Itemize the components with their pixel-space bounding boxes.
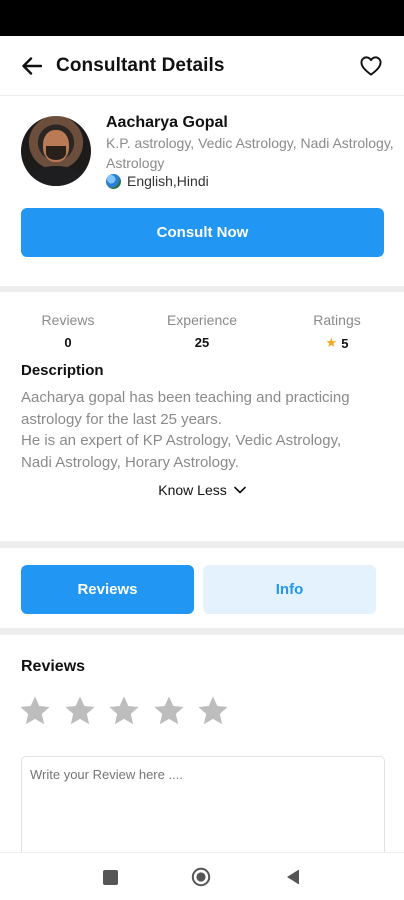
know-less-toggle[interactable]: Know Less — [0, 482, 404, 498]
stat-ratings-label: Ratings — [313, 312, 361, 328]
globe-icon — [106, 173, 121, 189]
nav-recent-button[interactable] — [100, 867, 120, 887]
app-header: Consultant Details — [0, 36, 404, 96]
favorite-button[interactable] — [358, 53, 384, 79]
page-title: Consultant Details — [56, 54, 225, 76]
description-line: He is an expert of KP Astrology, Vedic A… — [21, 432, 342, 449]
stat-reviews-value: 0 — [64, 335, 72, 350]
star-icon[interactable] — [196, 691, 241, 731]
star-icon[interactable] — [152, 691, 197, 731]
circle-icon — [191, 867, 211, 887]
star-rating-input[interactable] — [18, 691, 241, 731]
star-icon[interactable] — [107, 691, 152, 731]
tab-bar: Reviews Info — [0, 550, 404, 628]
star-icon: ★ — [325, 335, 338, 350]
description-line: Aacharya gopal has been teaching and pra… — [21, 389, 350, 406]
review-input[interactable] — [21, 756, 385, 866]
description-line: astrology for the last 25 years. — [21, 410, 222, 428]
stat-reviews-label: Reviews — [41, 312, 95, 328]
skills-line-1: K.P. astrology, Vedic Astrology, Nadi As… — [106, 135, 394, 151]
status-bar — [0, 0, 404, 36]
stats-card: Reviews 0 Experience 25 Ratings ★ 5 Desc… — [0, 292, 404, 530]
section-divider — [0, 628, 404, 635]
description-text: Aacharya gopal has been teaching and pra… — [21, 387, 386, 473]
triangle-left-icon — [285, 868, 301, 886]
back-button[interactable] — [20, 54, 44, 78]
nav-home-button[interactable] — [191, 867, 211, 887]
reviews-section: Reviews — [0, 636, 404, 866]
skills-line-2: Astrology — [106, 155, 165, 171]
reviews-heading: Reviews — [21, 658, 86, 675]
tab-reviews[interactable]: Reviews — [21, 565, 194, 614]
stat-ratings-value: 5 — [341, 335, 349, 351]
stat-ratings: Ratings ★ 5 — [302, 312, 372, 351]
system-nav-bar — [0, 852, 404, 900]
consultant-name: Aacharya Gopal — [106, 114, 228, 131]
avatar — [21, 116, 91, 186]
know-less-label: Know Less — [158, 482, 227, 498]
description-title: Description — [21, 362, 104, 379]
heart-outline-icon — [360, 55, 382, 76]
description-line: Nadi Astrology, Horary Astrology. — [21, 453, 239, 471]
chevron-down-icon — [233, 486, 246, 494]
stat-experience-label: Experience — [166, 312, 238, 328]
consult-now-button[interactable]: Consult Now — [21, 208, 384, 257]
star-icon[interactable] — [63, 691, 108, 731]
tab-info[interactable]: Info — [203, 565, 376, 614]
nav-back-button[interactable] — [283, 867, 303, 887]
language-row: English,Hindi — [106, 173, 209, 189]
consultant-skills: K.P. astrology, Vedic Astrology, Nadi As… — [106, 133, 404, 173]
arrow-left-icon — [22, 56, 42, 75]
stat-experience: Experience 25 — [160, 312, 244, 350]
stat-reviews: Reviews 0 — [36, 312, 100, 350]
stat-experience-value: 25 — [194, 335, 210, 350]
star-icon[interactable] — [18, 691, 63, 731]
section-divider — [0, 541, 404, 548]
languages-text: English,Hindi — [127, 173, 209, 189]
square-icon — [102, 869, 118, 885]
profile-card: Aacharya Gopal K.P. astrology, Vedic Ast… — [0, 96, 404, 286]
